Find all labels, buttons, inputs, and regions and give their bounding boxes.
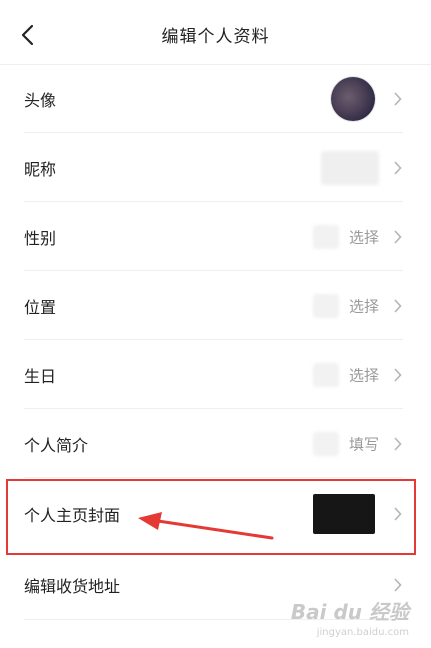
chevron-right-icon — [391, 91, 403, 107]
nickname-row[interactable]: 昵称 — [0, 133, 431, 202]
page-title: 编辑个人资料 — [161, 27, 270, 47]
profile-settings-list: 头像 昵称 性别 选择 位置 选择 生日 选择 个人简介 填写 个人主页封面 编… — [0, 64, 431, 620]
blurred-area — [313, 362, 339, 387]
profile-cover-row[interactable]: 个人主页封面 — [0, 478, 431, 550]
blurred-area — [313, 431, 339, 456]
chevron-right-icon — [391, 506, 403, 522]
row-value: 填写 — [348, 435, 379, 453]
row-value: 选择 — [348, 297, 379, 315]
header-bar: 编辑个人资料 — [0, 0, 431, 65]
row-label: 生日 — [24, 366, 57, 386]
row-label: 个人简介 — [24, 435, 89, 455]
nickname-value-blurred — [321, 150, 379, 185]
avatar-row[interactable]: 头像 — [0, 64, 431, 133]
blurred-area — [313, 293, 339, 318]
birthday-row[interactable]: 生日 选择 — [0, 340, 431, 409]
row-label: 编辑收货地址 — [24, 577, 121, 596]
cover-thumbnail — [313, 494, 375, 534]
chevron-right-icon — [391, 298, 403, 314]
chevron-right-icon — [391, 436, 403, 452]
row-label: 头像 — [24, 90, 57, 110]
row-label: 性别 — [24, 228, 57, 248]
row-label: 个人主页封面 — [24, 506, 121, 525]
chevron-right-icon — [391, 229, 403, 245]
chevron-right-icon — [391, 160, 403, 176]
blurred-area — [313, 224, 339, 249]
row-label: 位置 — [24, 297, 57, 317]
bio-row[interactable]: 个人简介 填写 — [0, 409, 431, 478]
row-value: 选择 — [348, 228, 379, 246]
baidu-jingyan-watermark: Bai du 经验 jingyan.baidu.com — [290, 600, 409, 638]
avatar — [331, 76, 375, 121]
gender-row[interactable]: 性别 选择 — [0, 202, 431, 271]
chevron-right-icon — [391, 577, 403, 593]
location-row[interactable]: 位置 选择 — [0, 271, 431, 340]
row-label: 昵称 — [24, 159, 57, 179]
row-value: 选择 — [348, 366, 379, 384]
chevron-right-icon — [391, 367, 403, 383]
